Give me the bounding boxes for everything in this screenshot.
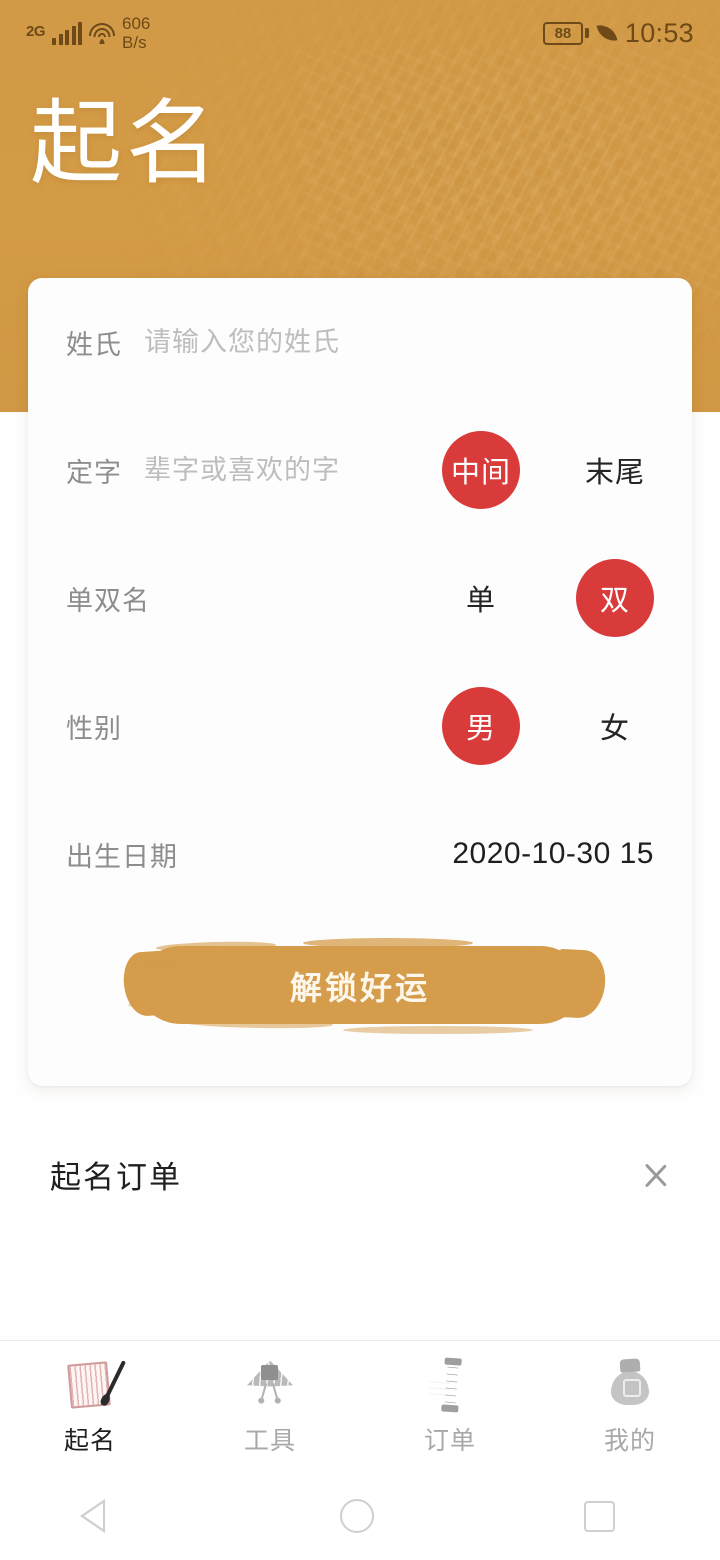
form-row-surname: 姓氏 <box>66 278 654 406</box>
signal-bars-icon <box>52 21 83 45</box>
tab-tools-label: 工具 <box>243 1426 296 1455</box>
option-female[interactable]: 女 <box>576 687 654 765</box>
wood-texture-highlight <box>300 50 720 300</box>
fan-icon <box>241 1357 299 1415</box>
birth-date-label: 出生日期 <box>66 841 178 872</box>
status-bar-right: 88 10:53 <box>542 17 694 49</box>
bamboo-scroll-icon <box>421 1357 479 1415</box>
fixed-character-position-options: 中间 末尾 <box>442 406 654 534</box>
surname-label: 姓氏 <box>66 329 122 360</box>
battery-icon: 88 <box>542 21 589 45</box>
unlock-luck-label: 解锁好运 <box>289 970 430 1006</box>
option-double[interactable]: 双 <box>576 559 654 637</box>
tab-mine[interactable]: 我的 <box>540 1357 720 1457</box>
option-male[interactable]: 男 <box>442 687 520 765</box>
tab-naming[interactable]: 起名 <box>0 1357 180 1457</box>
gender-options: 男 女 <box>442 662 654 790</box>
money-bag-icon <box>601 1357 659 1415</box>
surname-input[interactable] <box>144 326 654 358</box>
wifi-icon <box>89 22 116 44</box>
leaf-icon <box>597 23 617 43</box>
submit-button-wrap: 解锁好运 <box>66 918 654 1054</box>
tab-tools[interactable]: 工具 <box>180 1357 360 1457</box>
option-end[interactable]: 末尾 <box>576 431 654 509</box>
form-row-gender: 性别 男 女 <box>66 662 654 790</box>
name-length-label: 单双名 <box>66 585 150 616</box>
triangle-back-icon[interactable] <box>80 1499 130 1533</box>
form-row-name-length: 单双名 单 双 <box>66 534 654 662</box>
fixed-character-label: 定字 <box>66 457 122 488</box>
square-recents-icon[interactable] <box>584 1500 615 1532</box>
unlock-luck-button[interactable]: 解锁好运 <box>127 938 593 1034</box>
page-title: 起名 <box>30 93 223 195</box>
status-bar: 2G 606 B/s 88 10:53 <box>0 0 720 66</box>
naming-form-card: 姓氏 定字 中间 末尾 单双名 单 双 性别 男 <box>28 278 692 1086</box>
brush-streak <box>342 1026 533 1034</box>
tab-naming-label: 起名 <box>63 1426 116 1455</box>
chevron-right-icon <box>644 1151 670 1197</box>
network-type-label: 2G <box>26 23 46 40</box>
gender-label: 性别 <box>66 713 122 744</box>
battery-level-label: 88 <box>554 24 572 42</box>
tab-orders[interactable]: 订单 <box>360 1357 540 1457</box>
status-bar-clock: 10:53 <box>624 17 694 48</box>
network-speed-unit: B/s <box>122 33 147 52</box>
android-navigation-bar <box>0 1472 720 1560</box>
option-single[interactable]: 单 <box>442 559 520 637</box>
naming-orders-link[interactable]: 起名订单 <box>0 1118 720 1230</box>
circle-home-icon[interactable] <box>340 1499 374 1533</box>
naming-orders-label: 起名订单 <box>50 1159 182 1195</box>
status-bar-left: 2G 606 B/s <box>26 14 150 52</box>
tab-mine-label: 我的 <box>603 1426 656 1455</box>
birth-date-value[interactable]: 2020-10-30 15 <box>452 837 654 871</box>
option-middle[interactable]: 中间 <box>442 431 520 509</box>
form-row-fixed-character: 定字 中间 末尾 <box>66 406 654 534</box>
app-screen: 2G 606 B/s 88 10:53 起名 姓氏 请输入您的姓氏 定字 辈字或… <box>0 0 720 1560</box>
book-brush-icon <box>61 1357 127 1415</box>
form-row-birth-date[interactable]: 出生日期 2020-10-30 15 <box>66 790 654 918</box>
tab-orders-label: 订单 <box>423 1426 476 1455</box>
name-length-options: 单 双 <box>442 534 654 662</box>
bottom-tab-bar: 起名 工具 订单 我的 <box>0 1340 720 1472</box>
network-speed: 606 B/s <box>122 14 150 52</box>
network-speed-value: 606 <box>122 14 151 33</box>
